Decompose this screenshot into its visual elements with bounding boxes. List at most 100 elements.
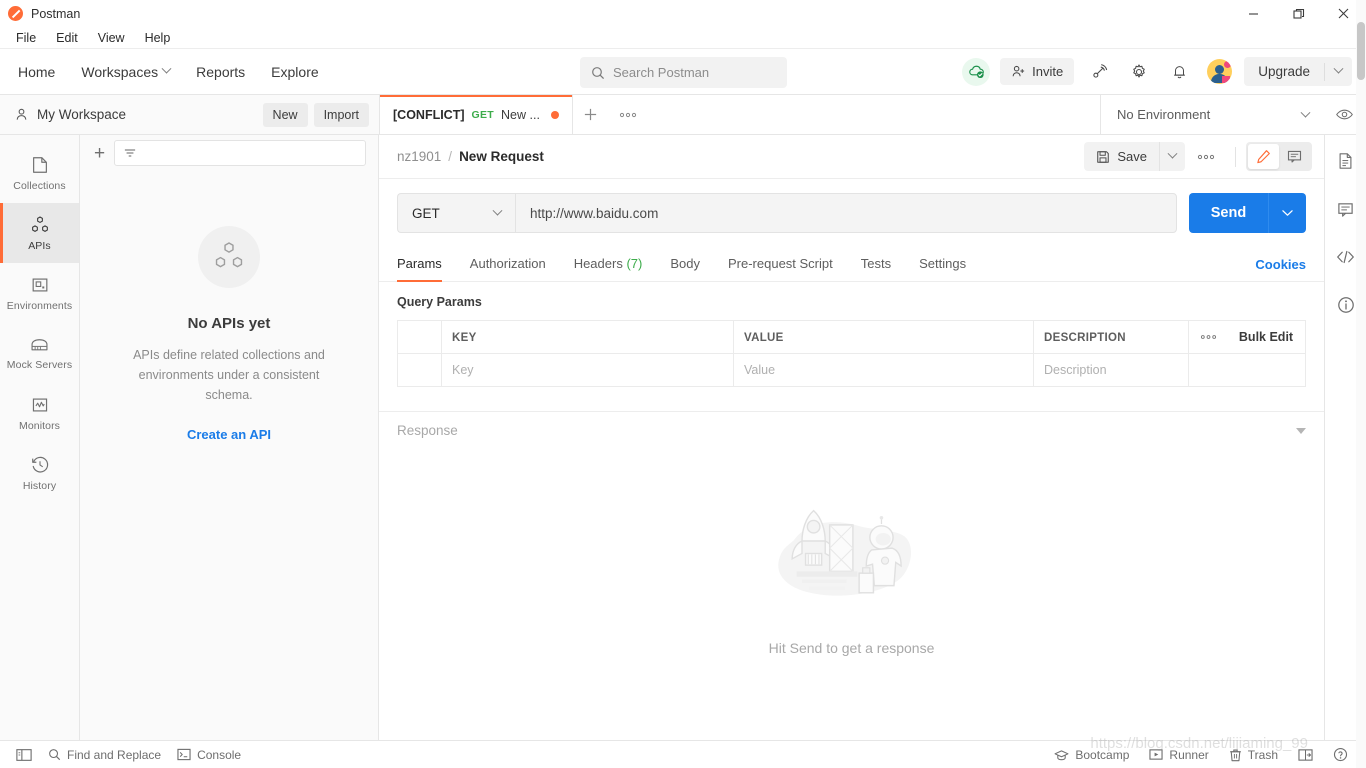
tab-authorization[interactable]: Authorization bbox=[470, 247, 546, 281]
tab-settings[interactable]: Settings bbox=[919, 247, 966, 281]
tab-options-button[interactable] bbox=[608, 95, 647, 134]
menu-help[interactable]: Help bbox=[135, 29, 181, 47]
plus-icon[interactable]: + bbox=[94, 144, 105, 163]
window-scrollbar-track[interactable] bbox=[1356, 0, 1366, 768]
upgrade-group: Upgrade bbox=[1244, 57, 1352, 86]
sidebar-item-mock-servers[interactable]: Mock Servers bbox=[0, 323, 79, 383]
save-options-chevron-down-icon[interactable] bbox=[1159, 142, 1185, 171]
bootcamp-label: Bootcamp bbox=[1075, 747, 1130, 762]
environment-chevron-down-icon[interactable] bbox=[1300, 106, 1311, 124]
search-bar[interactable] bbox=[580, 57, 787, 88]
sidebar-item-history[interactable]: History bbox=[0, 443, 79, 503]
satellite-icon[interactable] bbox=[1084, 57, 1114, 87]
breadcrumb-workspace[interactable]: nz1901 bbox=[397, 149, 441, 164]
send-options-chevron-down-icon[interactable] bbox=[1268, 193, 1306, 233]
workspace-header: My Workspace New Import bbox=[0, 95, 380, 135]
find-and-replace-button[interactable]: Find and Replace bbox=[40, 745, 169, 765]
save-button[interactable]: Save bbox=[1084, 142, 1159, 171]
upgrade-chevron-down-icon[interactable] bbox=[1325, 61, 1352, 82]
response-empty-state: Hit Send to get a response bbox=[379, 407, 1324, 740]
filter-input[interactable] bbox=[114, 140, 366, 166]
eye-icon[interactable] bbox=[1335, 105, 1354, 124]
pencil-icon bbox=[1256, 149, 1271, 164]
table-row[interactable]: Key Value Description bbox=[398, 354, 1305, 387]
search-input[interactable] bbox=[613, 65, 776, 80]
runner-button[interactable]: Runner bbox=[1141, 745, 1216, 765]
url-bar: GET Send bbox=[379, 179, 1324, 233]
nav-explore[interactable]: Explore bbox=[271, 64, 318, 80]
menu-edit[interactable]: Edit bbox=[46, 29, 88, 47]
new-tab-button[interactable] bbox=[572, 95, 609, 134]
import-button[interactable]: Import bbox=[313, 102, 369, 127]
invite-button[interactable]: Invite bbox=[1000, 58, 1075, 85]
bootcamp-button[interactable]: Bootcamp bbox=[1046, 745, 1137, 765]
column-header-key: KEY bbox=[452, 332, 477, 344]
menu-file[interactable]: File bbox=[6, 29, 46, 47]
console-button[interactable]: Console bbox=[169, 745, 249, 765]
http-method-select[interactable]: GET bbox=[397, 193, 515, 233]
edit-mode-button[interactable] bbox=[1248, 144, 1279, 169]
help-icon[interactable] bbox=[1325, 744, 1356, 765]
avatar-accent bbox=[1223, 61, 1231, 68]
comment-mode-button[interactable] bbox=[1279, 144, 1310, 169]
menu-view[interactable]: View bbox=[88, 29, 135, 47]
apis-empty-state: No APIs yet APIs define related collecti… bbox=[80, 171, 378, 740]
monitors-icon bbox=[30, 395, 50, 415]
unsaved-indicator-dot[interactable] bbox=[550, 110, 559, 119]
param-key-input[interactable]: Key bbox=[452, 363, 474, 377]
cookies-link[interactable]: Cookies bbox=[1255, 257, 1306, 272]
new-button[interactable]: New bbox=[262, 102, 308, 127]
tab-settings-label: Settings bbox=[919, 256, 967, 271]
nav-reports[interactable]: Reports bbox=[196, 64, 245, 80]
response-section: Response Hit Send to get a response bbox=[379, 411, 1324, 740]
layout-icon[interactable] bbox=[1290, 745, 1321, 765]
save-group: Save bbox=[1084, 142, 1185, 171]
row-checkbox[interactable] bbox=[398, 354, 442, 386]
sidebar-item-apis[interactable]: APIs bbox=[0, 203, 79, 263]
send-button[interactable]: Send bbox=[1189, 193, 1268, 233]
tab-params[interactable]: Params bbox=[397, 247, 442, 282]
sidebar-item-collections[interactable]: Collections bbox=[0, 143, 79, 203]
param-value-input[interactable]: Value bbox=[744, 363, 775, 377]
nav-home[interactable]: Home bbox=[18, 64, 55, 80]
upgrade-button[interactable]: Upgrade bbox=[1244, 57, 1324, 86]
sidebar-item-environments[interactable]: Environments bbox=[0, 263, 79, 323]
tab-params-label: Params bbox=[397, 256, 442, 271]
trash-button[interactable]: Trash bbox=[1221, 745, 1286, 765]
breadcrumb-separator: / bbox=[448, 149, 453, 164]
runner-icon bbox=[1149, 748, 1163, 761]
send-group: Send bbox=[1189, 193, 1306, 233]
sidebar-item-monitors[interactable]: Monitors bbox=[0, 383, 79, 443]
cloud-check-icon[interactable] bbox=[962, 57, 991, 86]
tab-body[interactable]: Body bbox=[670, 247, 700, 281]
avatar[interactable] bbox=[1204, 57, 1234, 87]
sidebar-label-mock-servers: Mock Servers bbox=[6, 358, 73, 371]
url-input[interactable] bbox=[515, 193, 1177, 233]
menu-bar: File Edit View Help bbox=[0, 27, 1366, 49]
tab-pre-request-script[interactable]: Pre-request Script bbox=[728, 247, 833, 281]
maximize-button[interactable] bbox=[1276, 0, 1321, 27]
sidebar-toggle-icon[interactable] bbox=[8, 745, 40, 765]
window-scrollbar-thumb[interactable] bbox=[1357, 22, 1365, 80]
minimize-button[interactable] bbox=[1231, 0, 1276, 27]
bell-icon[interactable] bbox=[1164, 57, 1194, 87]
nav-reports-label: Reports bbox=[196, 63, 246, 80]
param-description-input[interactable]: Description bbox=[1044, 363, 1107, 377]
workspace-name[interactable]: My Workspace bbox=[37, 107, 126, 122]
params-more-options-button[interactable] bbox=[1189, 321, 1227, 353]
tab-pre-request-script-label: Pre-request Script bbox=[727, 256, 833, 271]
tab-tests[interactable]: Tests bbox=[861, 247, 891, 281]
trash-label: Trash bbox=[1247, 747, 1278, 762]
tab-headers[interactable]: Headers (7) bbox=[574, 247, 643, 281]
nav-workspaces[interactable]: Workspaces bbox=[81, 64, 172, 80]
gear-icon[interactable] bbox=[1124, 57, 1154, 87]
environment-selector[interactable]: No Environment bbox=[1100, 95, 1366, 135]
create-an-api-link[interactable]: Create an API bbox=[187, 427, 271, 442]
sidebar-label-history: History bbox=[22, 479, 57, 492]
breadcrumb-request-name[interactable]: New Request bbox=[459, 149, 544, 164]
request-tab[interactable]: [CONFLICT] GET New ... bbox=[380, 95, 573, 134]
apis-icon bbox=[29, 215, 51, 235]
query-params-header: Query Params bbox=[379, 282, 1324, 320]
bulk-edit-button[interactable]: Bulk Edit bbox=[1239, 330, 1293, 344]
request-more-options-button[interactable] bbox=[1187, 147, 1225, 167]
